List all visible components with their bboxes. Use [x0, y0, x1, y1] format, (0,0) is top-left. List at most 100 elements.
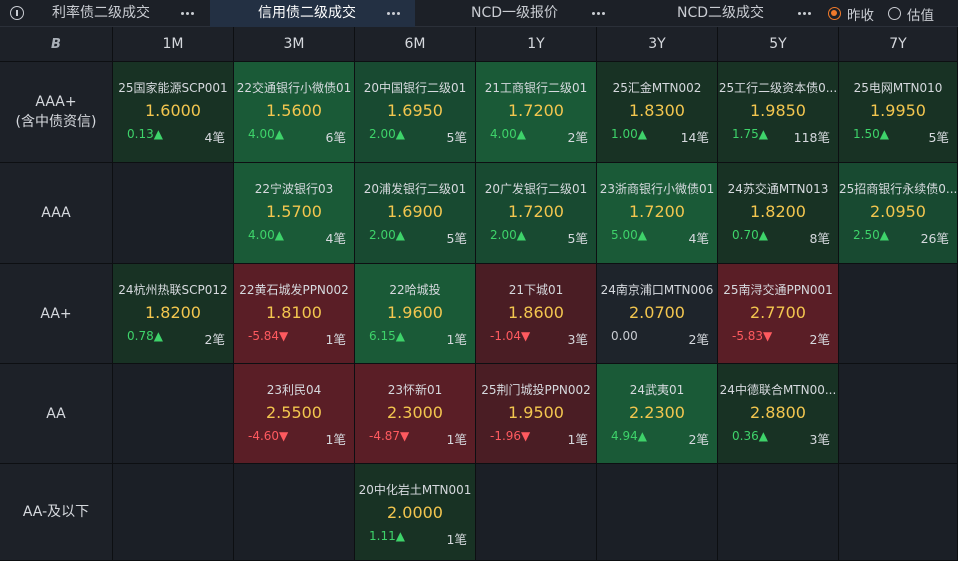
bond-cell[interactable]: 20中国银行二级01 1.6950 2.00▲ 5笔 — [355, 62, 476, 163]
trade-count: 1笔 — [325, 332, 346, 347]
trade-count: 4笔 — [325, 231, 346, 246]
empty-cell — [597, 464, 718, 561]
trade-count: 2笔 — [688, 332, 709, 347]
radio-unselected-icon[interactable] — [888, 7, 901, 20]
bond-change: 1.50▲ — [853, 127, 889, 141]
bond-name: 23利民04 — [266, 383, 322, 397]
bond-change: 1.11▲ — [369, 529, 405, 543]
column-header[interactable]: 3M — [234, 27, 355, 62]
bond-cell[interactable]: 24杭州热联SCP012 1.8200 0.78▲ 2笔 — [113, 264, 234, 364]
bond-name: 25国家能源SCP001 — [118, 81, 228, 95]
row-label-text: (含中债资信) — [15, 114, 97, 130]
bond-cell[interactable]: 25荆门城投PPN002 1.9500 -1.96▼ 1笔 — [476, 364, 597, 464]
bond-change: 2.50▲ — [853, 228, 889, 242]
bond-rate: 1.7200 — [508, 101, 564, 120]
bond-cell[interactable]: 24苏交通MTN013 1.8200 0.70▲ 8笔 — [718, 163, 839, 264]
bond-change: -1.96▼ — [490, 429, 531, 443]
bond-cell[interactable]: 25国家能源SCP001 1.6000 0.13▲ 4笔 — [113, 62, 234, 163]
bond-rate: 2.0950 — [870, 202, 926, 221]
bond-cell[interactable]: 21下城01 1.8600 -1.04▼ 3笔 — [476, 264, 597, 364]
bond-cell[interactable]: 24武夷01 2.2300 4.94▲ 2笔 — [597, 364, 718, 464]
bond-cell[interactable]: 25招商银行永续债0... 2.0950 2.50▲ 26笔 — [839, 163, 958, 264]
trade-count: 5笔 — [446, 130, 467, 145]
bond-rate: 1.9850 — [750, 101, 806, 120]
bond-cell[interactable]: 23浙商银行小微债01 1.7200 5.00▲ 4笔 — [597, 163, 718, 264]
corner-header: B — [0, 27, 113, 62]
radio-valuation[interactable]: 估值 — [888, 0, 934, 27]
column-header[interactable]: 6M — [355, 27, 476, 62]
bond-cell[interactable]: 21工商银行二级01 1.7200 4.00▲ 2笔 — [476, 62, 597, 163]
trade-count: 4笔 — [204, 130, 225, 145]
bond-rate: 1.9950 — [870, 101, 926, 120]
trade-count: 1笔 — [446, 432, 467, 447]
bond-rate: 1.5600 — [266, 101, 322, 120]
trade-count: 1笔 — [446, 532, 467, 547]
tab-2[interactable]: 信用债二级成交 — [210, 0, 415, 27]
bond-cell[interactable]: 25汇金MTN002 1.8300 1.00▲ 14笔 — [597, 62, 718, 163]
column-header[interactable]: 5Y — [718, 27, 839, 62]
bond-name: 21下城01 — [508, 283, 564, 297]
radio-close[interactable]: 昨收 — [828, 0, 874, 27]
tab-4[interactable]: NCD二级成交 — [617, 0, 822, 27]
row-label: AA — [0, 364, 113, 464]
column-header[interactable]: 1M — [113, 27, 234, 62]
radio-valuation-label: 估值 — [907, 7, 934, 24]
bond-cell[interactable]: 22宁波银行03 1.5700 4.00▲ 4笔 — [234, 163, 355, 264]
bond-cell[interactable]: 24中德联合MTN00... 2.8800 0.36▲ 3笔 — [718, 364, 839, 464]
trade-count: 5笔 — [446, 231, 467, 246]
more-icon[interactable] — [176, 0, 198, 27]
bond-cell[interactable]: 20广发银行二级01 1.7200 2.00▲ 5笔 — [476, 163, 597, 264]
bond-rate: 1.8100 — [266, 303, 322, 322]
bond-change: 2.00▲ — [369, 127, 405, 141]
top-bar: 利率债二级成交 信用债二级成交 NCD一级报价 NCD二级成交 昨收 估值 — [0, 0, 958, 27]
bond-name: 25汇金MTN002 — [612, 81, 702, 95]
empty-cell — [234, 464, 355, 561]
column-header[interactable]: 7Y — [839, 27, 958, 62]
trade-count: 2笔 — [688, 432, 709, 447]
bond-name: 23怀新01 — [387, 383, 443, 397]
bond-name: 24苏交通MTN013 — [727, 182, 829, 196]
radio-selected-icon[interactable] — [828, 7, 841, 20]
bond-name: 25电网MTN010 — [853, 81, 943, 95]
more-icon[interactable] — [382, 0, 404, 27]
bond-cell[interactable]: 23怀新01 2.3000 -4.87▼ 1笔 — [355, 364, 476, 464]
tab-label: 信用债二级成交 — [258, 5, 356, 21]
empty-cell — [839, 464, 958, 561]
empty-cell — [113, 163, 234, 264]
bond-change: 6.15▲ — [369, 329, 405, 343]
trade-count: 14笔 — [680, 130, 709, 145]
bond-rate: 1.9600 — [387, 303, 443, 322]
bond-cell[interactable]: 24南京浦口MTN006 2.0700 0.00 2笔 — [597, 264, 718, 364]
bond-change: -5.83▼ — [732, 329, 773, 343]
bond-cell[interactable]: 20中化岩土MTN001 2.0000 1.11▲ 1笔 — [355, 464, 476, 561]
bond-cell[interactable]: 25工行二级资本债0... 1.9850 1.75▲ 118笔 — [718, 62, 839, 163]
bond-name: 25工行二级资本债0... — [718, 81, 838, 95]
bond-change: 1.75▲ — [732, 127, 768, 141]
bond-change: 4.94▲ — [611, 429, 647, 443]
column-header[interactable]: 3Y — [597, 27, 718, 62]
bond-rate: 2.2300 — [629, 403, 685, 422]
bond-cell[interactable]: 25南浔交通PPN001 2.7700 -5.83▼ 2笔 — [718, 264, 839, 364]
bond-cell[interactable]: 22交通银行小微债01 1.5600 4.00▲ 6笔 — [234, 62, 355, 163]
bond-rate: 1.8200 — [145, 303, 201, 322]
tab-3[interactable]: NCD一级报价 — [415, 0, 617, 27]
row-label-text: AAA — [41, 205, 71, 221]
bond-cell[interactable]: 25电网MTN010 1.9950 1.50▲ 5笔 — [839, 62, 958, 163]
row-label: AAA+ (含中债资信) — [0, 62, 113, 163]
trade-count: 5笔 — [928, 130, 949, 145]
more-icon[interactable] — [587, 0, 609, 27]
bond-name: 22黄石城发PPN002 — [239, 283, 349, 297]
column-header[interactable]: 1Y — [476, 27, 597, 62]
bond-cell[interactable]: 20浦发银行二级01 1.6900 2.00▲ 5笔 — [355, 163, 476, 264]
empty-cell — [113, 464, 234, 561]
bond-cell[interactable]: 22哈城投 1.9600 6.15▲ 1笔 — [355, 264, 476, 364]
tab-label: NCD一级报价 — [471, 5, 559, 21]
bond-cell[interactable]: 23利民04 2.5500 -4.60▼ 1笔 — [234, 364, 355, 464]
empty-cell — [839, 364, 958, 464]
bond-rate: 1.6900 — [387, 202, 443, 221]
bond-change: 0.13▲ — [127, 127, 163, 141]
bond-change: 2.00▲ — [490, 228, 526, 242]
bond-cell[interactable]: 22黄石城发PPN002 1.8100 -5.84▼ 1笔 — [234, 264, 355, 364]
tab-1[interactable]: 利率债二级成交 — [0, 0, 210, 27]
more-icon[interactable] — [793, 0, 815, 27]
